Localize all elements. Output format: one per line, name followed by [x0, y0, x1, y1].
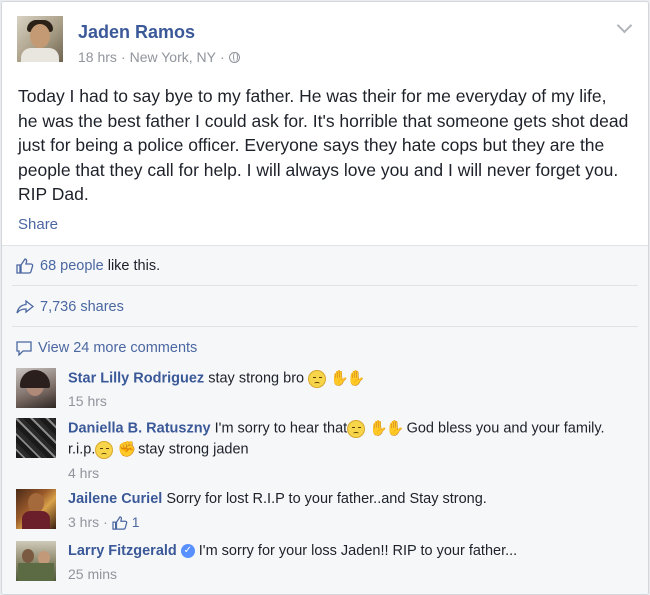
commenter-name[interactable]: Star Lilly Rodriguez — [68, 370, 204, 386]
comment-item: Star Lilly Rodriguez stay strong bro ✋✋ … — [16, 368, 636, 412]
sad-face-emoji-icon — [347, 419, 366, 438]
commenter-name[interactable]: Jailene Curiel — [68, 491, 162, 507]
comment-item: Jailene Curiel Sorry for lost R.I.P to y… — [16, 489, 636, 535]
commenter-name[interactable]: Larry Fitzgerald — [68, 543, 177, 559]
comment-text: I'm sorry for your loss Jaden!! RIP to y… — [198, 543, 518, 559]
comment-text: stay strong jaden — [138, 441, 249, 458]
comment-item: Daniella B. Ratuszny I'm sorry to hear t… — [16, 418, 636, 488]
praying-hands-icon: ✋✋ — [369, 420, 404, 437]
share-link[interactable]: Share — [18, 216, 58, 233]
view-more-row: View 24 more comments — [16, 340, 197, 356]
meta-separator-2: · — [219, 49, 225, 65]
likes-row: 68 people like this. — [16, 258, 160, 274]
commenter-avatar[interactable] — [16, 368, 56, 408]
comment-item: Larry Fitzgerald ✓ I'm sorry for your loss… — [16, 541, 636, 587]
commenter-avatar[interactable] — [16, 418, 56, 458]
divider — [12, 326, 638, 327]
sad-face-emoji-icon — [308, 369, 327, 388]
comment-text: Sorry for lost R.I.P to your father..and… — [166, 491, 487, 507]
post-card: Jaden Ramos 18 hrs · New York, NY · Toda… — [1, 1, 649, 595]
verified-badge-icon: ✓ — [180, 544, 195, 559]
thumbs-up-icon — [16, 258, 34, 274]
likes-count-link[interactable]: 68 people — [40, 258, 104, 274]
post-time[interactable]: 18 hrs — [78, 49, 117, 65]
globe-icon[interactable] — [228, 51, 240, 63]
shares-row: 7,736 shares — [16, 299, 124, 315]
comment-time-row: 4 hrs — [68, 463, 628, 484]
meta-separator: · — [103, 514, 108, 530]
view-more-comments-link[interactable]: View 24 more comments — [38, 340, 197, 356]
post-body-text: Today I had to say bye to my father. He … — [18, 86, 629, 204]
likes-suffix: like this. — [103, 258, 161, 274]
divider — [12, 285, 638, 286]
comment-body: Larry Fitzgerald ✓ I'm sorry for your loss… — [68, 541, 628, 585]
thumbs-up-icon[interactable] — [112, 515, 128, 530]
comment-body: Daniella B. Ratuszny I'm sorry to hear t… — [68, 418, 628, 484]
commenter-name[interactable]: Daniella B. Ratuszny — [68, 420, 211, 436]
sad-face-emoji-icon — [95, 440, 114, 459]
post-header-section: Jaden Ramos 18 hrs · New York, NY · Toda… — [2, 2, 648, 244]
post-location[interactable]: New York, NY — [130, 49, 216, 65]
fist-icon: ✊ — [117, 441, 136, 459]
comment-body: Jailene Curiel Sorry for lost R.I.P to y… — [68, 489, 628, 533]
commenter-avatar[interactable] — [16, 489, 56, 529]
comment-time-row: 15 hrs — [68, 391, 628, 412]
author-avatar[interactable] — [17, 16, 63, 62]
comment-bubble-icon — [16, 340, 32, 356]
post-meta: 18 hrs · New York, NY · — [78, 49, 240, 65]
shares-count-link[interactable]: 7,736 shares — [40, 299, 124, 315]
comment-time[interactable]: 3 hrs — [68, 512, 99, 533]
comment-text: I'm sorry to hear that — [214, 420, 348, 437]
author-name[interactable]: Jaden Ramos — [78, 22, 195, 43]
share-arrow-icon — [16, 300, 34, 314]
comment-time-row: 25 mins — [68, 564, 628, 585]
commenter-avatar[interactable] — [16, 541, 56, 581]
meta-separator: · — [120, 49, 126, 65]
comment-time[interactable]: 25 mins — [68, 564, 117, 585]
praying-hands-icon: ✋✋ — [330, 370, 365, 387]
post-footer: 68 people like this. 7,736 shares View 2… — [2, 245, 648, 594]
comment-like-count[interactable]: 1 — [132, 512, 140, 533]
chevron-down-icon[interactable] — [616, 17, 633, 34]
comment-time[interactable]: 4 hrs — [68, 463, 99, 484]
comment-body: Star Lilly Rodriguez stay strong bro ✋✋ … — [68, 368, 628, 412]
comment-text: stay strong bro — [208, 370, 305, 387]
comment-time[interactable]: 15 hrs — [68, 391, 107, 412]
comment-time-row: 3 hrs · 1 — [68, 512, 628, 533]
